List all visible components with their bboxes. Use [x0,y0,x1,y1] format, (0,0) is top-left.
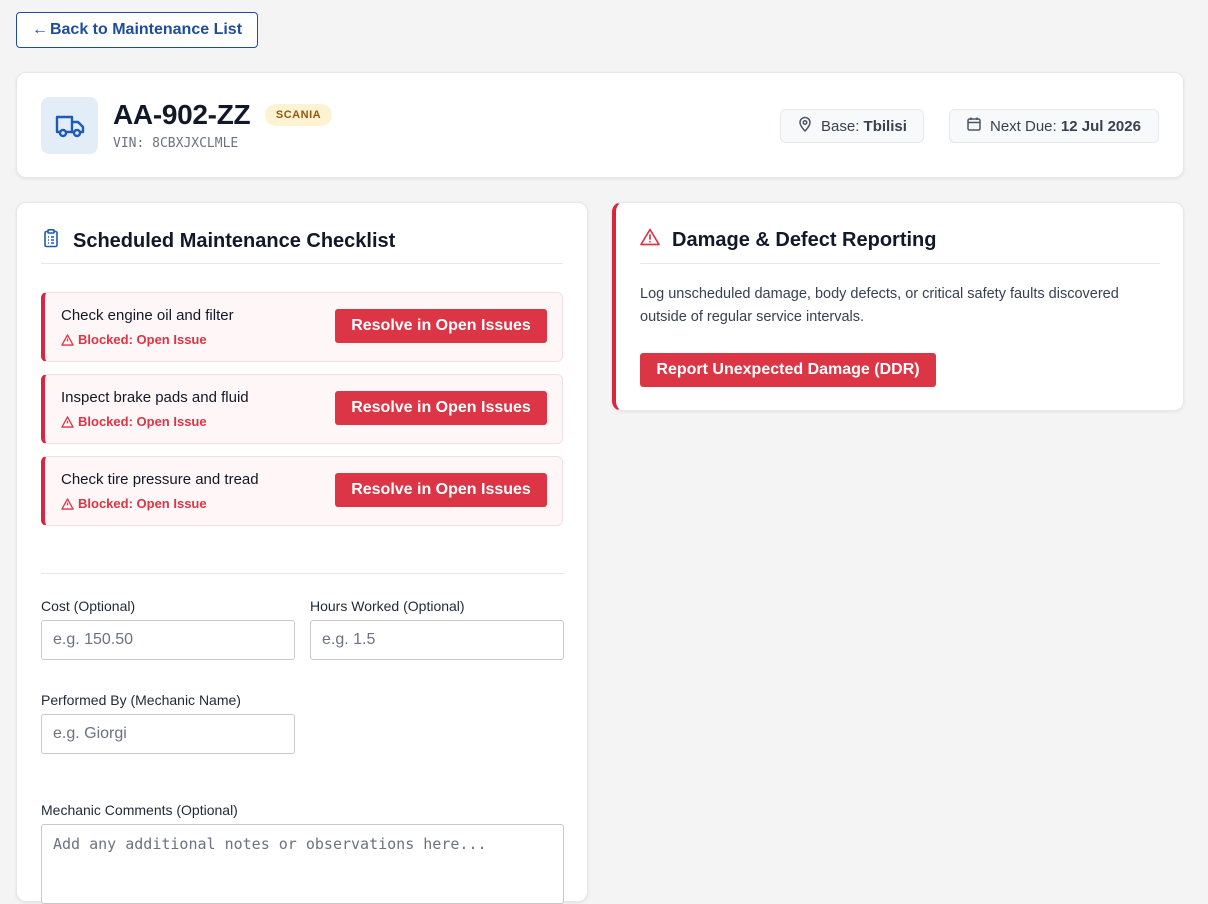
damage-reporting-card: Damage & Defect Reporting Log unschedule… [612,202,1184,411]
hours-label: Hours Worked (Optional) [310,598,465,614]
performed-by-label: Performed By (Mechanic Name) [41,692,241,708]
task-status: Blocked: Open Issue [61,332,207,347]
next-due-value: 12 Jul 2026 [1060,117,1141,135]
cost-input[interactable] [41,620,295,660]
map-pin-icon [797,116,813,136]
checklist-task: Inspect brake pads and fluid Blocked: Op… [41,374,563,444]
warning-triangle-icon [640,228,660,252]
vehicle-plate: AA-902-ZZ [113,99,251,130]
checklist-title: Scheduled Maintenance Checklist [41,228,395,254]
title-divider [41,263,563,264]
checklist-task: Check tire pressure and tread Blocked: O… [41,456,563,526]
performed-by-input[interactable] [41,714,295,754]
arrow-left-icon: ← [31,21,48,38]
form-divider [41,573,564,574]
comments-label: Mechanic Comments (Optional) [41,802,238,818]
vehicle-vin: VIN: 8CBXJXCLMLE [113,136,238,151]
task-name: Inspect brake pads and fluid [61,389,249,406]
warning-icon [61,415,74,428]
calendar-icon [966,116,982,136]
clipboard-icon [41,228,61,254]
maintenance-checklist-card: Scheduled Maintenance Checklist Check en… [16,202,588,904]
base-label: Base: [821,117,860,135]
vin-value: 8CBXJXCLMLE [152,136,239,151]
resolve-in-open-issues-button[interactable]: Resolve in Open Issues [335,391,547,425]
truck-icon [41,97,98,154]
vin-label: VIN: [113,136,145,151]
task-name: Check tire pressure and tread [61,471,259,488]
damage-title: Damage & Defect Reporting [640,228,937,252]
resolve-in-open-issues-button[interactable]: Resolve in Open Issues [335,473,547,507]
next-due-label: Next Due: [990,117,1057,135]
next-due-chip: Next Due: 12 Jul 2026 [949,109,1159,143]
base-chip: Base: Tbilisi [780,109,924,143]
damage-description: Log unscheduled damage, body defects, or… [640,286,1119,325]
cost-label: Cost (Optional) [41,598,136,614]
warning-icon [61,497,74,510]
brand-badge: SCANIA [265,104,332,126]
warning-icon [61,333,74,346]
damage-divider [640,263,1160,264]
checklist-task: Check engine oil and filter Blocked: Ope… [41,292,563,362]
task-status: Blocked: Open Issue [61,414,207,429]
back-to-list-button[interactable]: ← Back to Maintenance List [16,12,258,48]
task-status: Blocked: Open Issue [61,496,207,511]
vehicle-header-card: AA-902-ZZ SCANIA VIN: 8CBXJXCLMLE Base: … [16,72,1184,178]
hours-input[interactable] [310,620,564,660]
report-damage-button[interactable]: Report Unexpected Damage (DDR) [640,353,936,387]
resolve-in-open-issues-button[interactable]: Resolve in Open Issues [335,309,547,343]
base-value: Tbilisi [863,117,907,135]
back-button-label: Back to Maintenance List [49,21,243,38]
task-name: Check engine oil and filter [61,307,234,324]
comments-textarea[interactable] [41,824,564,904]
